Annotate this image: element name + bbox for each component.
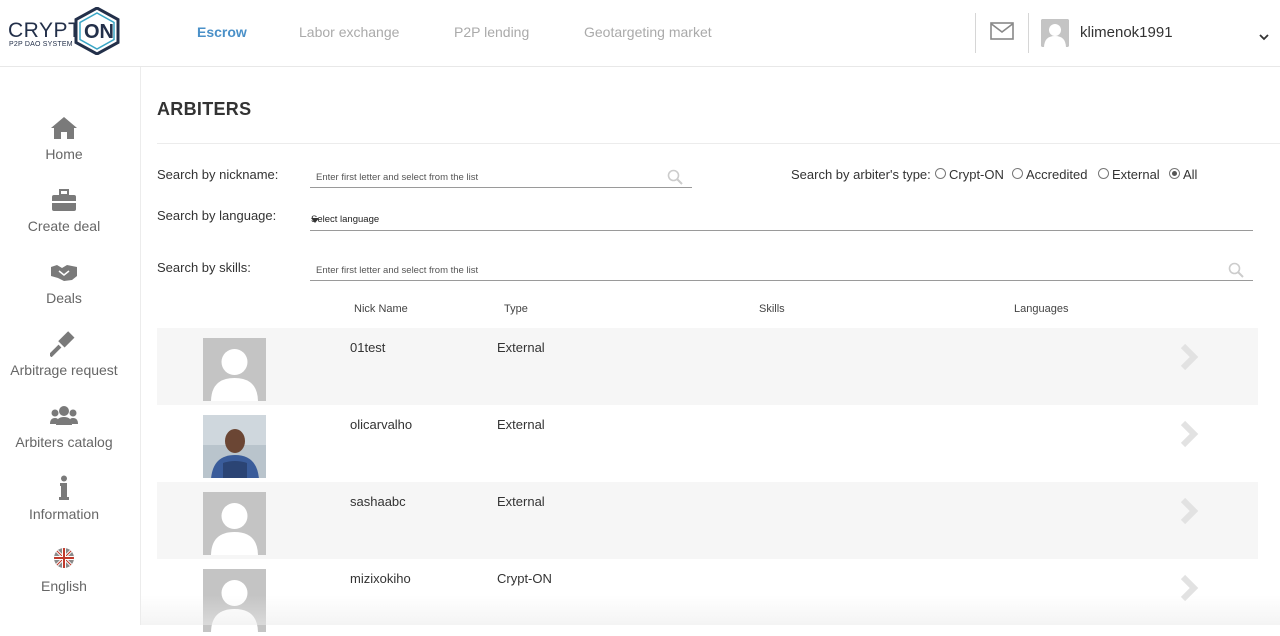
mail-icon[interactable] — [990, 21, 1014, 41]
arbiter-avatar — [203, 569, 266, 632]
sidebar-item-information[interactable]: Information — [0, 475, 128, 537]
sidebar-item-label: Arbitrage request — [10, 362, 118, 378]
gavel-icon — [48, 331, 78, 358]
arbiter-type: External — [497, 494, 545, 509]
radio-label-accredited: Accredited — [1026, 167, 1088, 182]
sidebar-item-label: Create deal — [27, 218, 101, 234]
username[interactable]: klimenok1991 — [1080, 24, 1173, 41]
chevron-right-icon[interactable] — [1178, 343, 1200, 371]
arbiter-photo — [203, 415, 266, 478]
search-icon[interactable] — [1228, 262, 1244, 278]
dropdown-arrow-icon — [311, 216, 319, 223]
radio-label-external: External — [1112, 167, 1160, 182]
nav-geotargeting-market[interactable]: Geotargeting market — [584, 24, 712, 40]
header-divider — [1028, 13, 1029, 53]
language-select[interactable]: Select language — [310, 206, 1253, 231]
column-header-nick-name: Nick Name — [354, 303, 408, 315]
crypt-on-logo[interactable]: CRYPT P2P DAO SYSTEM ON — [8, 6, 120, 57]
arbiter-nick: olicarvalho — [350, 417, 413, 432]
sidebar-item-label: Home — [45, 146, 83, 162]
nav-p2p-lending[interactable]: P2P lending — [454, 24, 529, 40]
table-row[interactable]: mizixokiho Crypt-ON — [157, 559, 1258, 636]
radio-label-crypt-on: Crypt-ON — [949, 167, 1004, 182]
logo-word: CRYPT — [8, 19, 82, 42]
sidebar-item-language[interactable]: English — [0, 547, 128, 609]
info-icon — [50, 475, 78, 501]
sidebar-item-create-deal[interactable]: Create deal — [0, 187, 128, 249]
skills-search-input[interactable]: Enter first letter and select from the l… — [310, 259, 1253, 281]
home-icon — [50, 115, 78, 141]
logo-on: ON — [84, 21, 114, 43]
chevron-right-icon[interactable] — [1178, 497, 1200, 525]
radio-crypt-on[interactable] — [935, 168, 946, 179]
radio-accredited[interactable] — [1012, 168, 1023, 179]
uk-flag-icon — [50, 547, 78, 573]
radio-all[interactable] — [1169, 168, 1180, 179]
logo-tagline: P2P DAO SYSTEM — [9, 41, 73, 48]
nickname-search-placeholder: Enter first letter and select from the l… — [316, 172, 479, 183]
search-icon[interactable] — [667, 169, 683, 185]
divider — [157, 143, 1280, 144]
sidebar-item-arbitrage-request[interactable]: Arbitrage request — [0, 331, 128, 393]
sidebar-item-label: English — [41, 578, 87, 594]
arbiter-type: External — [497, 417, 545, 432]
skills-search-label: Search by skills: — [157, 260, 251, 275]
top-header: CRYPT P2P DAO SYSTEM ON Escrow Labor exc… — [0, 0, 1280, 67]
sidebar-item-home[interactable]: Home — [0, 115, 128, 177]
chevron-right-icon[interactable] — [1178, 574, 1200, 602]
arbiter-avatar — [203, 492, 266, 555]
header-divider — [975, 13, 976, 53]
language-search-label: Search by language: — [157, 208, 277, 223]
briefcase-icon — [50, 187, 78, 213]
sidebar: Home Create deal Deals Arbitrage request… — [0, 67, 141, 625]
nickname-search-label: Search by nickname: — [157, 167, 279, 182]
chevron-right-icon[interactable] — [1178, 420, 1200, 448]
table-row[interactable]: olicarvalho External — [157, 405, 1258, 482]
sidebar-item-deals[interactable]: Deals — [0, 259, 128, 321]
arbiter-type: Crypt-ON — [497, 571, 552, 586]
table-row[interactable]: 01test External — [157, 328, 1258, 405]
sidebar-item-label: Arbiters catalog — [15, 434, 113, 450]
nav-escrow[interactable]: Escrow — [197, 24, 247, 40]
sidebar-item-label: Information — [28, 506, 100, 522]
skills-search-placeholder: Enter first letter and select from the l… — [316, 265, 479, 276]
arbiter-type: External — [497, 340, 545, 355]
column-header-languages: Languages — [1014, 303, 1069, 315]
arbiter-avatar — [203, 338, 266, 401]
sidebar-item-arbiters-catalog[interactable]: Arbiters catalog — [0, 403, 128, 465]
radio-external[interactable] — [1098, 168, 1109, 179]
arbiter-nick: mizixokiho — [350, 571, 411, 586]
column-header-type: Type — [504, 303, 528, 315]
table-row[interactable]: sashaabc External — [157, 482, 1258, 559]
arbiter-nick: 01test — [350, 340, 386, 355]
nickname-search-input[interactable]: Enter first letter and select from the l… — [310, 166, 692, 188]
radio-label-all: All — [1183, 167, 1198, 182]
sidebar-item-label: Deals — [46, 290, 82, 306]
users-icon — [50, 403, 78, 429]
nav-labor-exchange[interactable]: Labor exchange — [299, 24, 399, 40]
page-title: ARBITERS — [157, 99, 252, 119]
column-header-skills: Skills — [759, 303, 785, 315]
arbiter-nick: sashaabc — [350, 494, 406, 509]
handshake-icon — [50, 259, 78, 285]
main-content: ARBITERS Search by nickname: Enter first… — [141, 67, 1280, 632]
user-avatar[interactable] — [1041, 19, 1069, 47]
arbiter-type-label: Search by arbiter's type: — [791, 167, 931, 182]
chevron-down-icon[interactable] — [1258, 29, 1270, 41]
language-select-value: Select language — [311, 214, 380, 225]
